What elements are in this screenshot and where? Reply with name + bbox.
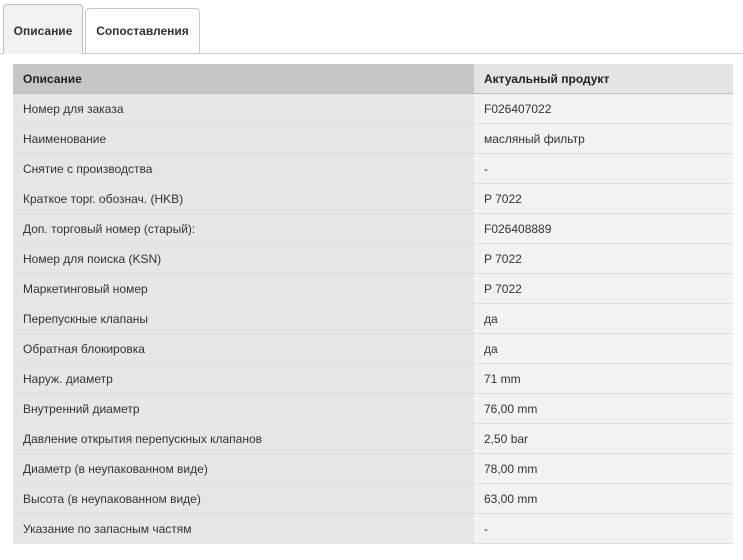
table-body: Номер для заказа F026407022 Наименование ма…	[13, 93, 733, 544]
row-label: Номер для поиска (KSN)	[13, 243, 474, 274]
row-label: Доп. торговый номер (старый):	[13, 213, 474, 244]
row-value: F026408889	[474, 213, 733, 244]
row-label: Указание по запасным частям	[13, 513, 474, 544]
row-value: да	[474, 333, 733, 364]
table-row: Наименование масляный фильтр	[13, 123, 733, 154]
row-label: Внутренний диаметр	[13, 393, 474, 424]
row-label: Наруж. диаметр	[13, 363, 474, 394]
row-label: Снятие с производства	[13, 153, 474, 184]
row-label: Маркетинговый номер	[13, 273, 474, 304]
row-value: F026407022	[474, 93, 733, 124]
row-value: P 7022	[474, 273, 733, 304]
table-row: Внутренний диаметр 76,00 mm	[13, 393, 733, 424]
tab-description[interactable]: Описание	[3, 4, 83, 54]
table-row: Маркетинговый номер P 7022	[13, 273, 733, 304]
row-value: -	[474, 153, 733, 184]
tab-bar-divider	[0, 53, 743, 54]
table-row: Номер для заказа F026407022	[13, 93, 733, 124]
row-label: Давление открытия перепускных клапанов	[13, 423, 474, 454]
row-value: масляный фильтр	[474, 123, 733, 154]
product-details-table: Описание Актуальный продукт Номер для за…	[13, 64, 733, 544]
tab-mappings[interactable]: Сопоставления	[85, 8, 200, 53]
product-details-table-container: Описание Актуальный продукт Номер для за…	[13, 64, 733, 544]
column-header-description: Описание	[13, 64, 474, 94]
column-header-current-product: Актуальный продукт	[474, 64, 733, 94]
table-row: Снятие с производства -	[13, 153, 733, 184]
row-value: P 7022	[474, 183, 733, 214]
row-value: 2,50 bar	[474, 423, 733, 454]
row-label: Обратная блокировка	[13, 333, 474, 364]
table-row: Указание по запасным частям -	[13, 513, 733, 544]
row-value: 78,00 mm	[474, 453, 733, 484]
tab-bar: Описание Сопоставления	[0, 0, 743, 54]
table-row: Номер для поиска (KSN) P 7022	[13, 243, 733, 274]
table-row: Наруж. диаметр 71 mm	[13, 363, 733, 394]
row-value: 71 mm	[474, 363, 733, 394]
row-label: Перепускные клапаны	[13, 303, 474, 334]
row-value: -	[474, 513, 733, 544]
row-value: 63,00 mm	[474, 483, 733, 514]
table-row: Перепускные клапаны да	[13, 303, 733, 334]
row-label: Краткое торг. обознач. (HKB)	[13, 183, 474, 214]
table-row: Давление открытия перепускных клапанов 2,…	[13, 423, 733, 454]
table-header-row: Описание Актуальный продукт	[13, 64, 733, 94]
table-row: Обратная блокировка да	[13, 333, 733, 364]
row-label: Диаметр (в неупакованном виде)	[13, 453, 474, 484]
row-label: Высота (в неупакованном виде)	[13, 483, 474, 514]
row-value: P 7022	[474, 243, 733, 274]
row-label: Номер для заказа	[13, 93, 474, 124]
table-row: Диаметр (в неупакованном виде) 78,00 mm	[13, 453, 733, 484]
row-label: Наименование	[13, 123, 474, 154]
table-row: Доп. торговый номер (старый): F026408889	[13, 213, 733, 244]
table-row: Краткое торг. обознач. (HKB) P 7022	[13, 183, 733, 214]
row-value: 76,00 mm	[474, 393, 733, 424]
row-value: да	[474, 303, 733, 334]
table-row: Высота (в неупакованном виде) 63,00 mm	[13, 483, 733, 514]
